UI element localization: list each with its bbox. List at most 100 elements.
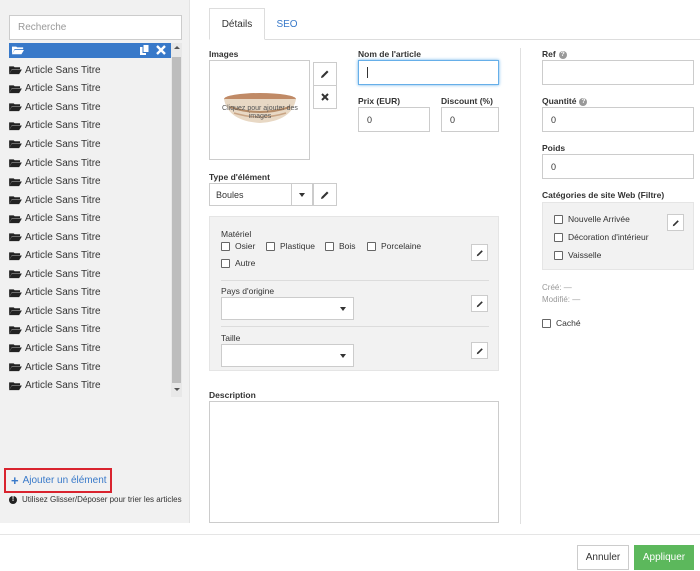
scroll-up-arrow-icon[interactable] xyxy=(174,46,180,49)
description-label: Description xyxy=(209,390,256,400)
info-icon: ! xyxy=(9,495,17,504)
pencil-icon xyxy=(476,249,483,256)
list-item-label: Article Sans Titre xyxy=(25,268,101,280)
folder-open-icon xyxy=(9,233,22,242)
category-label: Décoration d'intérieur xyxy=(568,232,649,242)
item-type-select[interactable]: Boules xyxy=(209,183,313,206)
items-sidebar: Article Sans Titre Article Sans Titre Arti… xyxy=(0,0,190,523)
list-item[interactable]: Article Sans Titre xyxy=(9,61,171,80)
name-input[interactable] xyxy=(358,60,499,85)
apply-button[interactable]: Appliquer xyxy=(634,545,694,570)
material-checkbox-bois[interactable]: Bois xyxy=(325,241,356,251)
folder-open-icon xyxy=(9,66,22,75)
material-option-label: Autre xyxy=(235,258,256,268)
list-item[interactable]: Article Sans Titre xyxy=(9,154,171,173)
image-dropzone[interactable]: Cliquez pour ajouter des images xyxy=(209,60,310,160)
folder-open-icon xyxy=(9,270,22,279)
tab-seo[interactable]: SEO xyxy=(265,8,309,40)
edit-size-button[interactable] xyxy=(471,342,488,359)
category-checkbox-decoration[interactable]: Décoration d'intérieur xyxy=(554,232,649,242)
folder-open-icon xyxy=(12,46,24,55)
copy-icon[interactable] xyxy=(139,44,151,56)
folder-open-icon xyxy=(9,196,22,205)
description-textarea[interactable] xyxy=(209,401,499,523)
material-checkbox-osier[interactable]: Osier xyxy=(221,241,255,251)
discount-input[interactable]: 0 xyxy=(441,107,499,132)
price-input[interactable]: 0 xyxy=(358,107,430,132)
list-item-label: Article Sans Titre xyxy=(25,120,101,132)
list-item[interactable]: Article Sans Titre xyxy=(9,209,171,228)
weight-input[interactable]: 0 xyxy=(542,154,694,179)
help-icon[interactable]: ? xyxy=(558,50,567,59)
edit-images-button[interactable] xyxy=(313,62,337,86)
folder-open-icon xyxy=(9,85,22,93)
scroll-thumb[interactable] xyxy=(172,57,181,383)
tree-root-row[interactable] xyxy=(9,43,171,58)
categories-panel: Nouvelle Arrivée Décoration d'intérieur … xyxy=(542,202,694,270)
list-item-label: Article Sans Titre xyxy=(25,101,101,113)
folder-open-icon xyxy=(9,122,22,130)
country-select[interactable] xyxy=(221,297,354,320)
list-item[interactable]: Article Sans Titre xyxy=(9,246,171,265)
size-select[interactable] xyxy=(221,344,354,367)
folder-open-icon xyxy=(9,381,22,390)
drag-hint-text: Utilisez Glisser/Déposer pour trier les … xyxy=(22,495,182,504)
hidden-checkbox[interactable]: Caché xyxy=(542,318,581,328)
list-item[interactable]: Article Sans Titre xyxy=(9,117,171,136)
category-label: Nouvelle Arrivée xyxy=(568,214,630,224)
material-checkbox-plastique[interactable]: Plastique xyxy=(266,241,315,251)
list-item[interactable]: Article Sans Titre xyxy=(9,321,171,340)
tab-details[interactable]: Détails xyxy=(209,8,265,40)
category-label: Vaisselle xyxy=(568,250,602,260)
help-icon[interactable]: ? xyxy=(579,97,588,106)
list-item[interactable]: Article Sans Titre xyxy=(9,302,171,321)
drag-hint: ! Utilisez Glisser/Déposer pour trier les… xyxy=(9,495,184,505)
material-label: Matériel xyxy=(221,229,252,239)
folder-open-icon xyxy=(9,140,22,149)
plus-icon: + xyxy=(11,473,19,488)
list-item[interactable]: Article Sans Titre xyxy=(9,191,171,210)
list-item[interactable]: Article Sans Titre xyxy=(9,172,171,191)
search-input[interactable] xyxy=(9,15,182,40)
list-item[interactable]: Article Sans Titre xyxy=(9,339,171,358)
material-checkbox-autre[interactable]: Autre xyxy=(221,258,255,268)
material-checkbox-porcelaine[interactable]: Porcelaine xyxy=(367,241,421,251)
close-icon[interactable] xyxy=(155,44,167,56)
list-item[interactable]: Article Sans Titre xyxy=(9,98,171,117)
list-item[interactable]: Article Sans Titre xyxy=(9,376,171,395)
edit-country-button[interactable] xyxy=(471,295,488,312)
category-checkbox-vaisselle[interactable]: Vaisselle xyxy=(554,250,601,260)
list-item[interactable]: Article Sans Titre xyxy=(9,284,171,303)
material-option-label: Plastique xyxy=(280,241,315,251)
add-item-button[interactable]: + Ajouter un élément xyxy=(4,468,112,493)
weight-label: Poids xyxy=(542,143,566,153)
material-option-label: Osier xyxy=(235,241,256,251)
list-item-label: Article Sans Titre xyxy=(25,250,101,262)
column-divider xyxy=(520,48,521,524)
categories-label: Catégories de site Web (Filtre) xyxy=(542,190,665,200)
edit-categories-button[interactable] xyxy=(667,214,684,231)
list-item[interactable]: Article Sans Titre xyxy=(9,80,171,99)
list-item[interactable]: Article Sans Titre xyxy=(9,135,171,154)
list-item[interactable]: Article Sans Titre xyxy=(9,265,171,284)
discount-label: Discount (%) xyxy=(441,96,493,106)
category-checkbox-nouvelle-arrivee[interactable]: Nouvelle Arrivée xyxy=(554,214,630,224)
list-scrollbar[interactable] xyxy=(171,43,182,397)
created-info: Créé: — xyxy=(542,283,572,292)
edit-material-button[interactable] xyxy=(471,244,488,261)
quantity-input[interactable]: 0 xyxy=(542,107,694,132)
cancel-button[interactable]: Annuler xyxy=(577,545,629,570)
ref-input[interactable] xyxy=(542,60,694,85)
list-item-label: Article Sans Titre xyxy=(25,305,101,317)
name-label: Nom de l'article xyxy=(358,49,421,59)
list-item[interactable]: Article Sans Titre xyxy=(9,358,171,377)
country-label: Pays d'origine xyxy=(221,286,275,296)
scroll-down-arrow-icon[interactable] xyxy=(174,388,180,391)
edit-type-button[interactable] xyxy=(313,183,337,206)
material-option-label: Bois xyxy=(339,241,356,251)
list-item[interactable]: Article Sans Titre xyxy=(9,228,171,247)
list-item-label: Article Sans Titre xyxy=(25,231,101,243)
remove-images-button[interactable] xyxy=(313,85,337,109)
folder-open-icon xyxy=(9,103,22,112)
ref-label-text: Ref xyxy=(542,49,556,59)
